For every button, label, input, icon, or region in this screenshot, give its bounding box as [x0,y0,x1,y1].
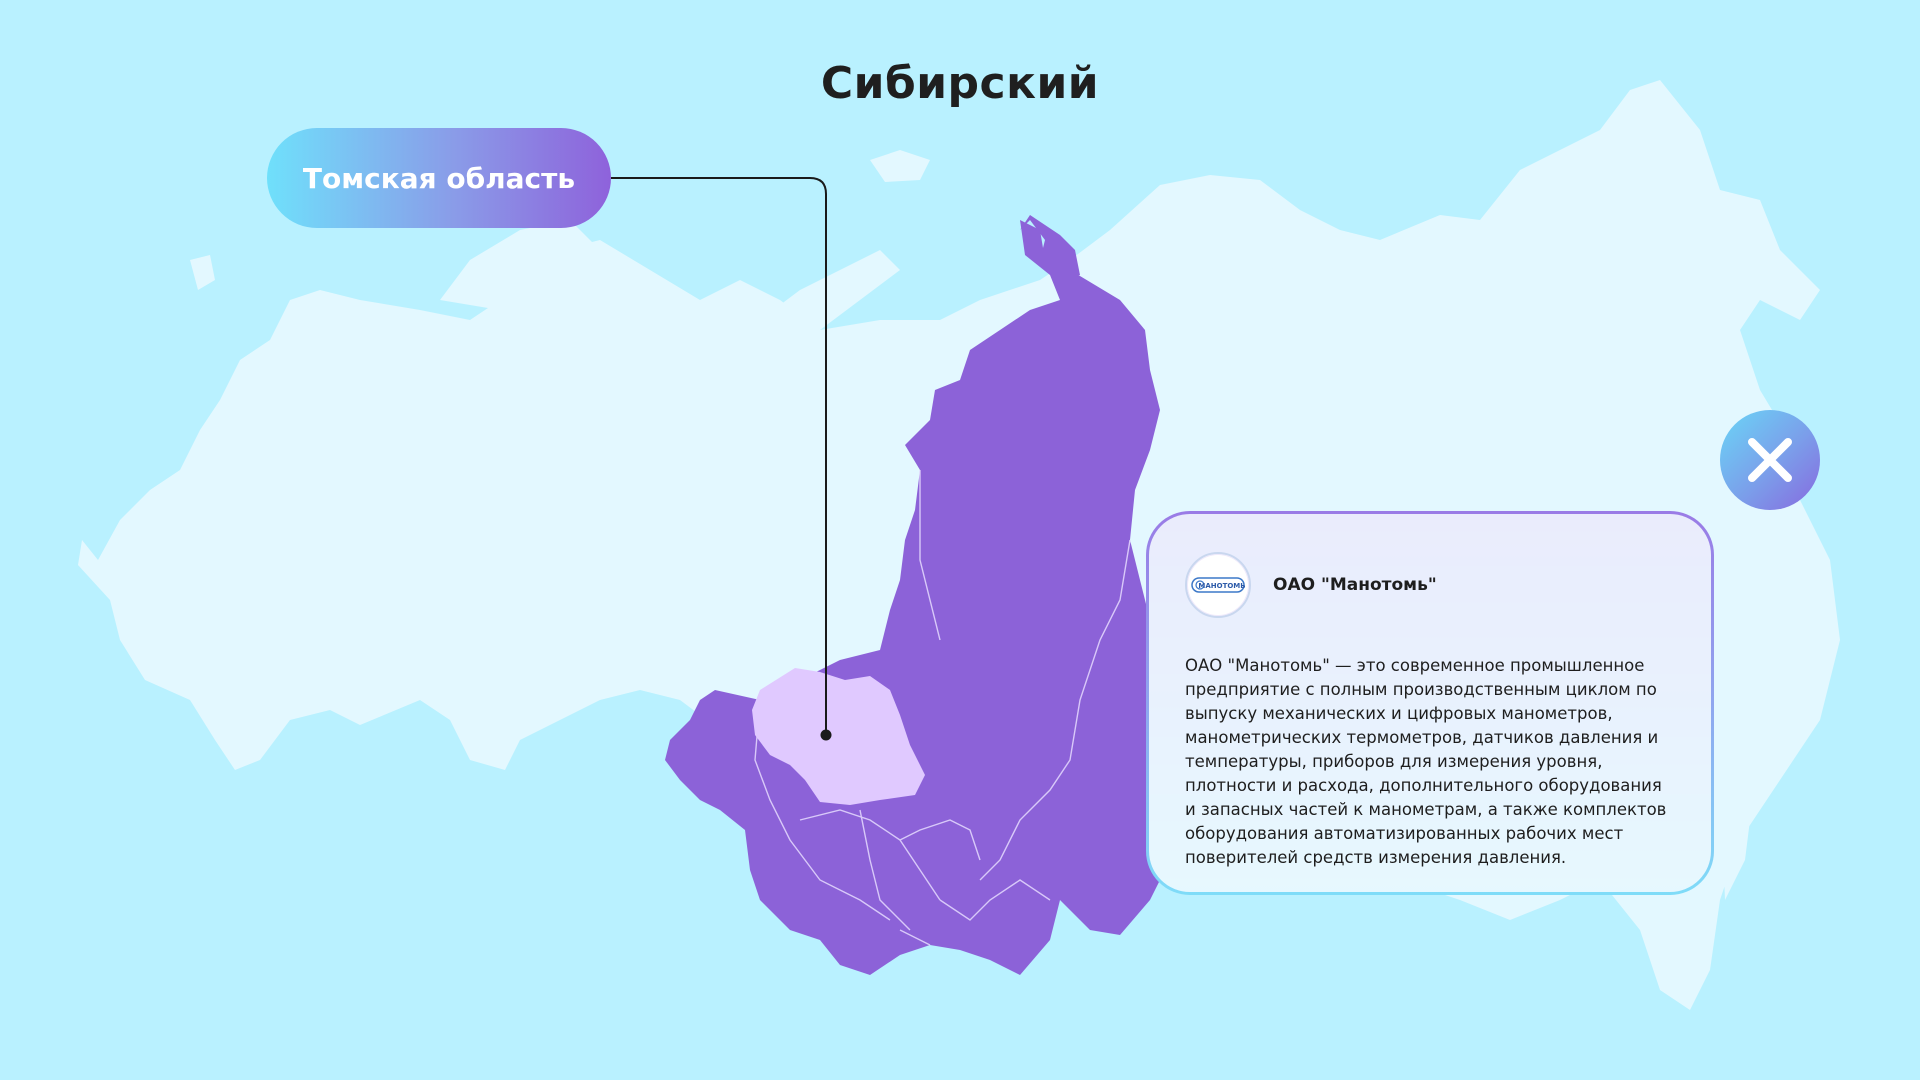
franz-josef-land [870,150,930,182]
company-description: ОАО "Манотомь" — это современное промышл… [1185,656,1667,867]
company-header: МАНОТОМЬ ОАО "Манотомь" [1185,552,1675,618]
svg-text:МАНОТОМЬ: МАНОТОМЬ [1198,582,1245,590]
district-title: Сибирский [820,58,1100,109]
kaliningrad [190,255,215,290]
region-label-text: Томская область [302,161,576,195]
close-icon [1748,438,1792,482]
company-logo: МАНОТОМЬ [1185,552,1251,618]
company-info-card: МАНОТОМЬ ОАО "Манотомь" ОАО "Манотомь" —… [1146,511,1714,895]
company-logo-mark: МАНОТОМЬ [1191,577,1245,593]
company-info-inner: МАНОТОМЬ ОАО "Манотомь" ОАО "Манотомь" —… [1149,514,1711,892]
region-label-button[interactable]: Томская область [267,128,611,228]
region-marker-dot [820,729,832,741]
company-name: ОАО "Манотомь" [1273,575,1437,595]
map-screen: Сибирский Томская область МАНОТОМЬ ОАО "… [0,0,1920,1080]
close-button[interactable] [1720,410,1820,510]
